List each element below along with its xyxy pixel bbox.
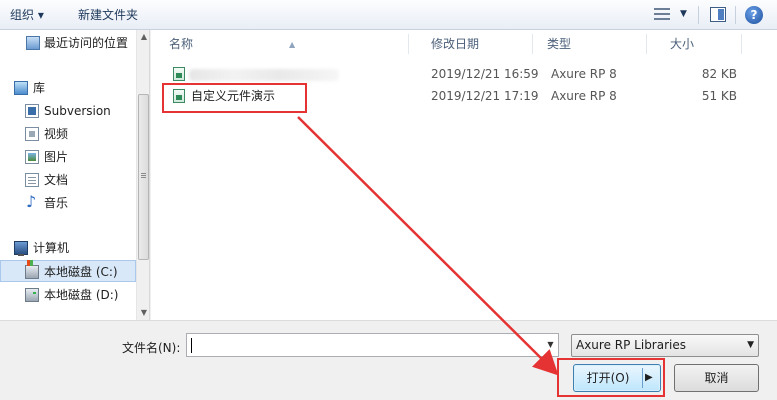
recent-places-icon: [26, 36, 40, 50]
nav-item-pictures[interactable]: 图片: [0, 146, 136, 168]
nav-item-label: 最近访问的位置: [44, 36, 129, 50]
nav-item-music[interactable]: 音乐: [0, 191, 136, 214]
nav-item-drive-c[interactable]: 本地磁盘 (C:): [0, 260, 136, 282]
nav-item-recent-places[interactable]: 最近访问的位置: [0, 32, 136, 54]
pictures-icon: [25, 150, 39, 164]
chevron-down-icon: ▼: [747, 340, 754, 350]
file-type: Axure RP 8: [551, 67, 617, 81]
nav-item-label: 图片: [44, 150, 69, 164]
highlight-box-open-button: [557, 358, 665, 397]
computer-icon: [14, 241, 28, 256]
column-header-label: 名称: [169, 37, 194, 51]
scrollbar-thumb[interactable]: [138, 94, 149, 260]
column-header-label: 类型: [547, 37, 572, 51]
organize-label: 组织 ▾: [10, 8, 44, 22]
obscured-filename: [189, 69, 339, 81]
nav-item-label: 库: [33, 81, 46, 95]
nav-item-label: 文档: [44, 173, 69, 187]
column-header-label: 修改日期: [431, 37, 480, 51]
documents-icon: [25, 173, 39, 187]
file-type: Axure RP 8: [551, 89, 617, 103]
column-header-modified[interactable]: 修改日期: [413, 30, 533, 58]
toolbar-divider: [735, 6, 736, 24]
nav-item-label: 音乐: [44, 196, 69, 210]
filename-history-chevron-down-icon[interactable]: ▼: [543, 334, 558, 356]
filename-input[interactable]: [186, 333, 559, 357]
change-view-icon[interactable]: [654, 7, 670, 23]
drive-c-icon: [25, 260, 39, 279]
nav-item-drive-d[interactable]: 本地磁盘 (D:): [0, 284, 136, 306]
column-header-type[interactable]: 类型: [529, 30, 647, 58]
file-size: 51 KB: [701, 89, 737, 103]
modified-date: 2019/12/21 16:59: [431, 67, 539, 81]
table-row[interactable]: 2019/12/21 16:59 Axure RP 8 82 KB: [151, 63, 751, 85]
new-folder-button[interactable]: 新建文件夹: [74, 0, 142, 30]
scroll-up-icon[interactable]: ▲: [137, 30, 149, 44]
file-type-filter-select[interactable]: Axure RP Libraries ▼: [571, 334, 759, 357]
nav-item-libraries[interactable]: 库: [0, 77, 136, 99]
preview-pane-icon[interactable]: [710, 7, 726, 22]
file-size: 82 KB: [701, 67, 737, 81]
column-header-name[interactable]: 名称 ▲: [151, 30, 409, 58]
nav-item-label: Subversion: [44, 104, 111, 118]
library-icon: [14, 81, 28, 95]
video-icon: [25, 127, 39, 141]
toolbar-divider: [698, 6, 699, 24]
navigation-pane: 最近访问的位置 库 Subversion 视频 图片 文档 音乐 计算机 本地磁…: [0, 30, 150, 320]
nav-scrollbar[interactable]: ▲ ▼: [136, 30, 149, 320]
subversion-icon: [25, 104, 39, 118]
sort-ascending-icon: ▲: [289, 40, 296, 49]
organize-button[interactable]: 组织 ▾: [6, 0, 48, 30]
axure-file-icon: [173, 67, 185, 81]
nav-item-label: 计算机: [33, 241, 70, 255]
scroll-down-icon[interactable]: ▼: [137, 306, 149, 320]
modified-date: 2019/12/21 17:19: [431, 89, 539, 103]
cancel-button[interactable]: 取消: [674, 364, 759, 392]
column-header-label: 大小: [670, 37, 695, 51]
nav-item-label: 本地磁盘 (D:): [44, 288, 119, 302]
nav-item-computer[interactable]: 计算机: [0, 237, 136, 259]
file-list: 名称 ▲ 修改日期 类型 大小 2019/12/21 16:59 Axure R…: [151, 30, 777, 320]
filename-label: 文件名(N):: [122, 341, 181, 355]
drive-d-icon: [25, 288, 39, 302]
music-icon: [25, 191, 39, 213]
view-options-chevron-down-icon[interactable]: ▼: [680, 9, 687, 19]
nav-item-documents[interactable]: 文档: [0, 169, 136, 191]
highlight-box-file: [162, 83, 307, 113]
nav-item-videos[interactable]: 视频: [0, 123, 136, 145]
help-icon[interactable]: ?: [745, 6, 763, 24]
text-cursor: [191, 338, 192, 353]
nav-item-subversion[interactable]: Subversion: [0, 100, 136, 122]
command-toolbar: 组织 ▾ 新建文件夹 ▼ ?: [0, 0, 777, 30]
file-type-filter-value: Axure RP Libraries: [576, 338, 686, 352]
column-header-size[interactable]: 大小: [652, 30, 742, 58]
nav-item-label: 本地磁盘 (C:): [44, 265, 118, 279]
nav-item-label: 视频: [44, 127, 69, 141]
